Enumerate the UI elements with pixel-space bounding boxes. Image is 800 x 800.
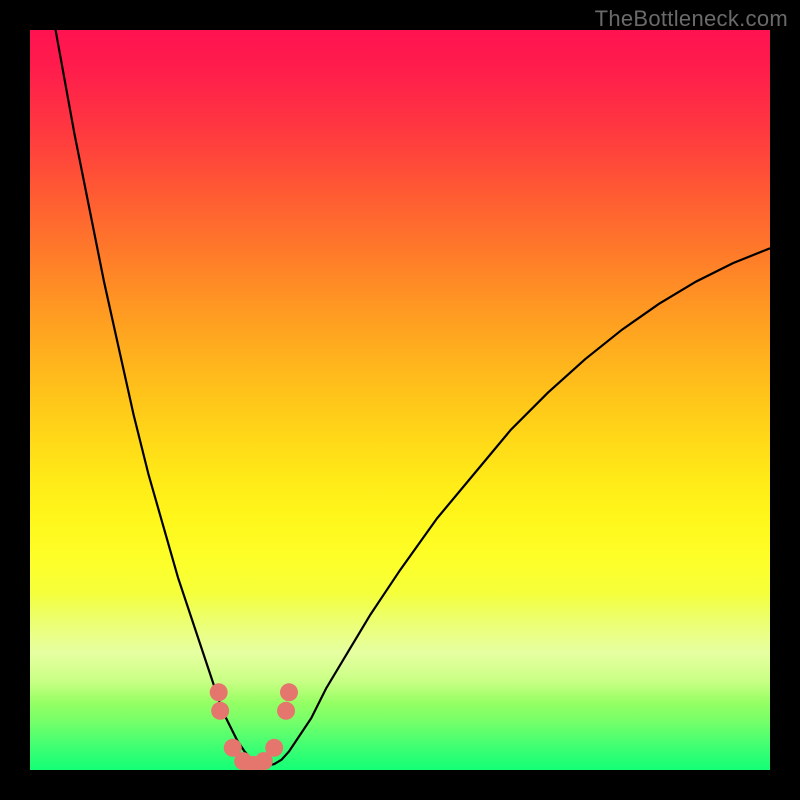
- curve-marker: [280, 683, 298, 701]
- curve-marker: [265, 739, 283, 757]
- curve-svg: [30, 30, 770, 770]
- watermark-text: TheBottleneck.com: [595, 6, 788, 32]
- curve-marker: [211, 702, 229, 720]
- curve-marker: [210, 683, 228, 701]
- chart-frame: TheBottleneck.com: [0, 0, 800, 800]
- plot-area: [30, 30, 770, 770]
- curve-marker: [277, 702, 295, 720]
- bottleneck-curve: [30, 30, 770, 766]
